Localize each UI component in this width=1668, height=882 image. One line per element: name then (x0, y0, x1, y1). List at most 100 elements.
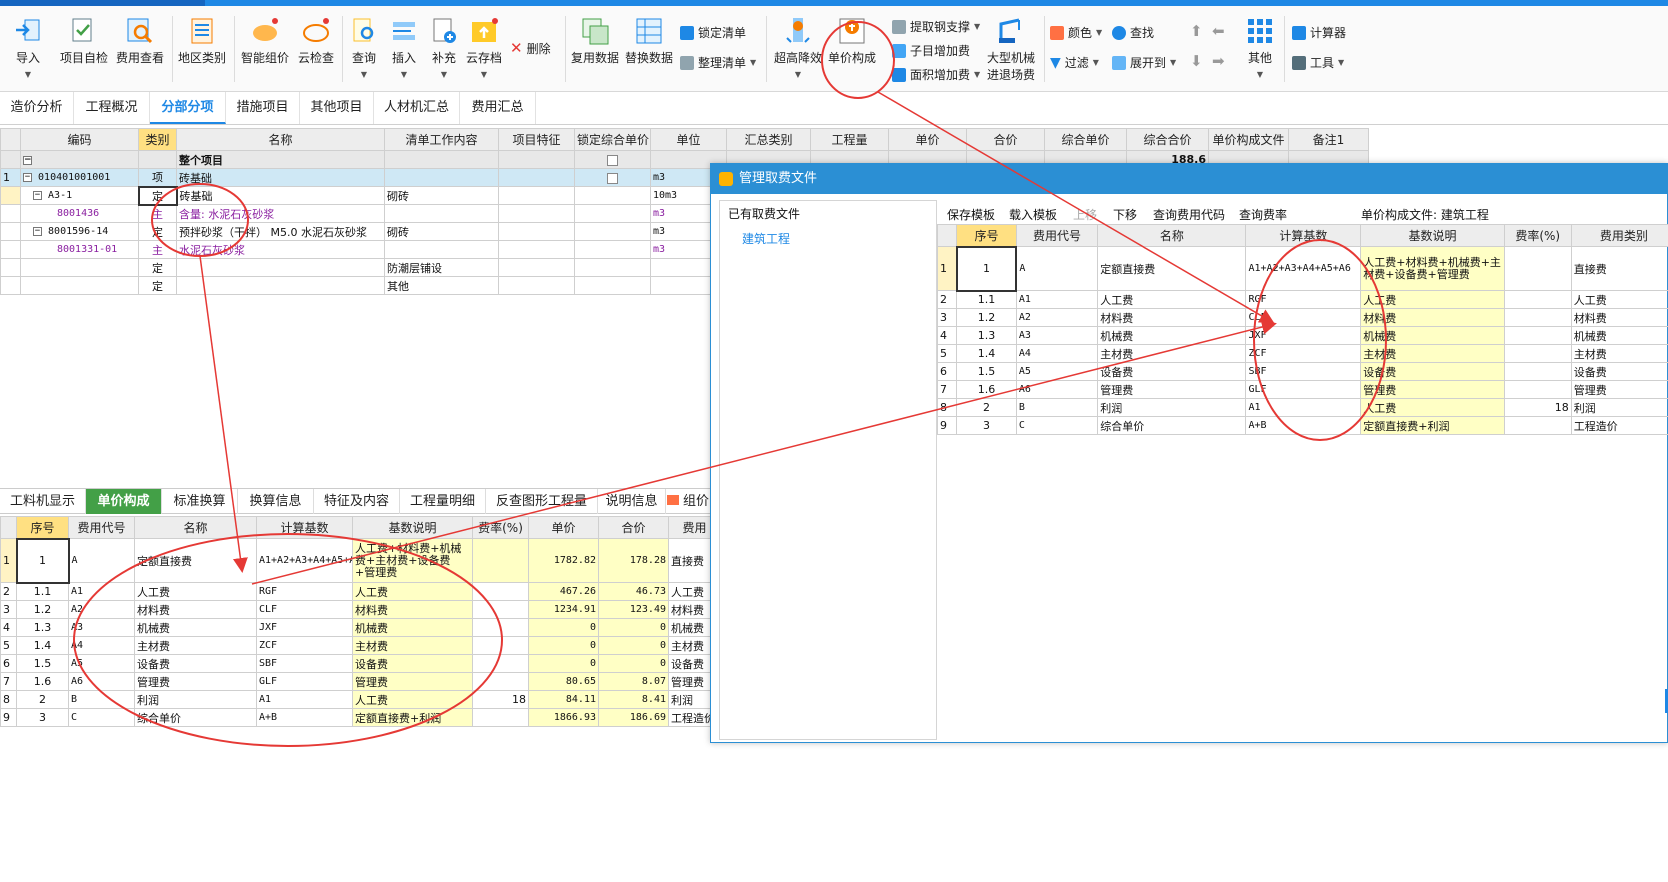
tab-unit-price-composition[interactable]: 单价构成 (86, 489, 162, 514)
table-row[interactable]: 7 1.6 A6 管理费 GLF 管理费 管理费 (937, 380, 1668, 399)
col-rate[interactable]: 费率(%) (1503, 224, 1572, 247)
delete-button[interactable]: ✕ 删除 (510, 39, 551, 57)
col-comprehensive-total[interactable]: 综合合价 (1126, 128, 1209, 151)
move-up-button[interactable]: 上移 (1073, 206, 1097, 223)
col-code[interactable]: 编码 (20, 128, 139, 151)
extract-steel-button[interactable]: 提取钢支撑 ▼ (892, 18, 980, 35)
table-row[interactable]: 2 1.1 A1 人工费 RGF 人工费 人工费 (937, 290, 1668, 309)
col-price[interactable]: 单价 (528, 516, 599, 539)
tab-standard-conversion[interactable]: 标准换算 (162, 489, 238, 514)
region-type-button[interactable]: 地区类别 (176, 16, 228, 66)
col-type[interactable]: 类别 (138, 128, 177, 151)
filter-button[interactable]: ▼ 过滤 ▼ (1050, 54, 1099, 71)
project-check-button[interactable]: 项目自检 (58, 16, 110, 66)
query-rate-button[interactable]: 查询费率 (1239, 206, 1287, 223)
col-features[interactable]: 项目特征 (498, 128, 575, 151)
table-row[interactable]: 8 2 B 利润 A1 人工费 18 利润 (937, 398, 1668, 417)
cloud-check-button[interactable]: 云检查 (294, 16, 338, 66)
col-seq[interactable]: 序号 (16, 516, 69, 539)
table-row[interactable]: 5 1.4 A4 主材费 ZCF 主材费 0 0 主材费 (0, 636, 710, 655)
col-fee-code[interactable]: 费用代号 (68, 516, 135, 539)
unit-price-composition-button[interactable]: 单价构成 (826, 16, 878, 66)
table-row[interactable]: 6 1.5 A5 设备费 SBF 设备费 0 0 设备费 (0, 654, 710, 673)
col-calc-base[interactable]: 计算基数 (1245, 224, 1362, 247)
move-up-button[interactable]: ⬆ (1190, 22, 1203, 40)
load-template-button[interactable]: 载入模板 (1009, 206, 1057, 223)
col-unit-price[interactable]: 单价 (888, 128, 967, 151)
organize-list-button[interactable]: 整理清单 ▼ (680, 54, 756, 71)
import-button[interactable]: 导入 ▼ (8, 16, 48, 80)
table-row[interactable]: 6 1.5 A5 设备费 SBF 设备费 设备费 (937, 362, 1668, 381)
col-unit[interactable]: 单位 (650, 128, 727, 151)
table-row[interactable]: 3 1.2 A2 材料费 CLF 材料费 1234.91 123.49 材料费 (0, 600, 710, 619)
lock-list-button[interactable]: 锁定清单 (680, 24, 746, 41)
table-row[interactable]: 4 1.3 A3 机械费 JXF 机械费 0 0 机械费 (0, 618, 710, 637)
insert-button[interactable]: 插入 ▼ (386, 16, 422, 80)
table-row[interactable]: 7 1.6 A6 管理费 GLF 管理费 80.65 8.07 管理费 (0, 672, 710, 691)
cloud-save-button[interactable]: 云存档 ▼ (464, 16, 504, 80)
col-amount[interactable]: 合价 (598, 516, 669, 539)
sub-add-fee-button[interactable]: 子目增加费 (892, 42, 970, 59)
find-button[interactable]: 查找 (1112, 24, 1154, 41)
tab-labor-material-display[interactable]: 工料机显示 (0, 489, 86, 514)
tab-other-items[interactable]: 其他项目 (300, 92, 374, 124)
col-seq[interactable]: 序号 (956, 224, 1017, 247)
expand-to-button[interactable]: 展开到 ▼ (1112, 54, 1176, 71)
col-price-file[interactable]: 单价构成文件 (1208, 128, 1289, 151)
collapse-icon[interactable]: − (23, 155, 32, 165)
supplement-button[interactable]: 补充 ▼ (426, 16, 462, 80)
lock-checkbox[interactable] (607, 154, 618, 166)
super-height-button[interactable]: 超高降效 ▼ (772, 16, 824, 80)
smart-price-button[interactable]: 智能组价 (240, 16, 290, 66)
area-add-fee-button[interactable]: 面积增加费 ▼ (892, 66, 980, 83)
reuse-data-button[interactable]: 复用数据 (570, 16, 620, 66)
col-name[interactable]: 名称 (176, 128, 385, 151)
large-machine-button[interactable]: 大型机械 进退场费 (984, 16, 1038, 83)
col-base-desc[interactable]: 基数说明 (352, 516, 473, 539)
tab-cost-analysis[interactable]: 造价分析 (0, 92, 74, 124)
collapse-icon[interactable]: − (33, 226, 42, 236)
col-remark[interactable]: 备注1 (1288, 128, 1369, 151)
collapse-icon[interactable]: − (23, 172, 32, 182)
replace-data-button[interactable]: 替换数据 (624, 16, 674, 66)
dialog-title-bar[interactable]: 管理取费文件 (711, 164, 1667, 194)
col-locked-price[interactable]: 锁定综合单价 (574, 128, 651, 151)
query-button[interactable]: 查询 ▼ (346, 16, 382, 80)
col-summary-type[interactable]: 汇总类别 (726, 128, 811, 151)
tab-features-content[interactable]: 特征及内容 (314, 489, 400, 514)
move-right-button[interactable]: ➡ (1212, 52, 1225, 70)
tab-sub-items[interactable]: 分部分项 (150, 92, 226, 124)
tab-reverse-query[interactable]: 反查图形工程量 (486, 489, 598, 514)
col-work-content[interactable]: 清单工作内容 (384, 128, 499, 151)
table-row[interactable]: 9 3 C 综合单价 A+B 定额直接费+利润 工程造价 (937, 416, 1668, 435)
tab-project-overview[interactable]: 工程概况 (74, 92, 150, 124)
move-down-button[interactable]: ⬇ (1190, 52, 1203, 70)
tab-quantity-detail[interactable]: 工程量明细 (400, 489, 486, 514)
lock-checkbox[interactable] (607, 172, 618, 184)
tab-labor-material-summary[interactable]: 人材机汇总 (374, 92, 460, 124)
tools-button[interactable]: 工具 ▼ (1292, 54, 1344, 71)
tab-fee-summary[interactable]: 费用汇总 (460, 92, 536, 124)
col-base-desc[interactable]: 基数说明 (1360, 224, 1505, 247)
col-calc-base[interactable]: 计算基数 (256, 516, 353, 539)
query-fee-code-button[interactable]: 查询费用代码 (1153, 206, 1225, 223)
table-row[interactable]: 5 1.4 A4 主材费 ZCF 主材费 主材费 (937, 344, 1668, 363)
move-down-button[interactable]: 下移 (1113, 206, 1137, 223)
col-fee-category[interactable]: 费用类别 (1570, 224, 1668, 247)
tab-measures[interactable]: 措施项目 (226, 92, 300, 124)
col-fee-category[interactable]: 费用 (668, 516, 710, 539)
other-button[interactable]: 其他 ▼ (1242, 16, 1278, 80)
table-row[interactable]: 1 1 A 定额直接费 A1+A2+A3+A4+A5+A6 人工费+材料费+机械… (0, 537, 710, 584)
col-comprehensive-price[interactable]: 综合单价 (1044, 128, 1127, 151)
col-fee-name[interactable]: 名称 (1097, 224, 1247, 247)
collapse-icon[interactable]: − (33, 190, 42, 200)
col-fee-name[interactable]: 名称 (134, 516, 257, 539)
table-row[interactable]: 3 1.2 A2 材料费 CLF 材料费 材料费 (937, 308, 1668, 327)
table-row[interactable]: 4 1.3 A3 机械费 JXF 机械费 机械费 (937, 326, 1668, 345)
fee-view-button[interactable]: 费用查看 (114, 16, 166, 66)
col-total-price[interactable]: 合价 (966, 128, 1045, 151)
col-fee-code[interactable]: 费用代号 (1015, 224, 1099, 247)
move-left-button[interactable]: ⬅ (1212, 22, 1225, 40)
col-quantity[interactable]: 工程量 (810, 128, 889, 151)
col-rate[interactable]: 费率(%) (472, 516, 529, 539)
